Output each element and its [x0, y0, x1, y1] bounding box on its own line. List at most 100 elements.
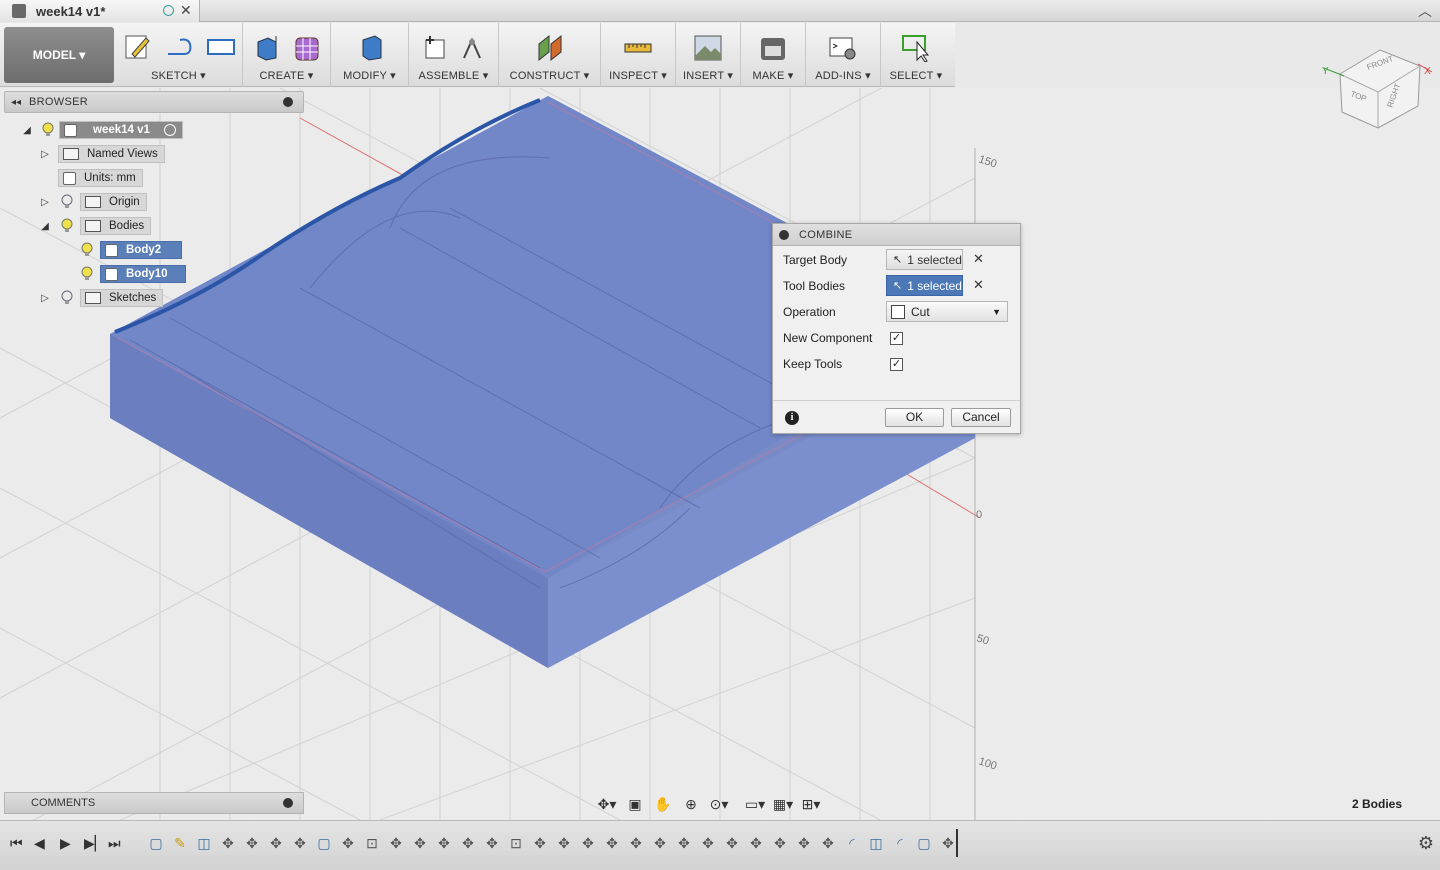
timeline-move-icon[interactable]: ✥	[268, 835, 284, 851]
tree-item-units[interactable]: Units: mm	[58, 168, 143, 188]
timeline-move-icon[interactable]: ✥	[772, 835, 788, 851]
collapse-root-icon[interactable]: ◢	[20, 123, 34, 137]
timeline-move-icon[interactable]: ✥	[532, 835, 548, 851]
timeline-move-icon[interactable]: ✥	[484, 835, 500, 851]
add-comment-icon[interactable]	[283, 798, 293, 808]
timeline-move-icon[interactable]: ✥	[220, 835, 236, 851]
visibility-bulb-icon[interactable]	[80, 266, 94, 282]
combine-dialog-header[interactable]: COMBINE	[773, 224, 1020, 246]
pan-icon[interactable]: ✋	[652, 795, 674, 813]
clear-tool-bodies-icon[interactable]: ✕	[973, 277, 984, 293]
form-icon[interactable]	[289, 31, 325, 63]
timeline-marker[interactable]	[956, 829, 958, 857]
visibility-bulb-icon[interactable]	[60, 290, 74, 306]
create-sketch-icon[interactable]	[119, 31, 155, 63]
orbit-icon[interactable]: ✥▾	[596, 795, 618, 813]
chevron-up-icon[interactable]: ︿	[1418, 1, 1432, 21]
timeline-align-icon[interactable]: ⊡	[508, 835, 524, 851]
timeline-move-icon[interactable]: ✥	[436, 835, 452, 851]
clear-target-body-icon[interactable]: ✕	[973, 251, 984, 267]
operation-dropdown[interactable]: Cut ▼	[886, 301, 1008, 322]
document-tab[interactable]: week14 v1* ✕	[0, 0, 200, 22]
timeline-move-icon[interactable]: ✥	[556, 835, 572, 851]
timeline-body-icon[interactable]: ▢	[148, 835, 164, 851]
extrude-icon[interactable]	[249, 31, 285, 63]
ok-button[interactable]: OK	[885, 408, 944, 427]
new-component-checkbox[interactable]: ✓	[890, 332, 903, 345]
timeline-move-icon[interactable]: ✥	[340, 835, 356, 851]
look-at-icon[interactable]: ▣	[624, 795, 646, 813]
timeline-move-icon[interactable]: ✥	[676, 835, 692, 851]
scripts-icon[interactable]	[825, 31, 861, 63]
visibility-bulb-icon[interactable]	[41, 122, 55, 138]
timeline-combine-icon[interactable]: ◫	[868, 835, 884, 851]
new-component-icon[interactable]	[417, 31, 453, 63]
timeline-move-icon[interactable]: ✥	[412, 835, 428, 851]
construct-group[interactable]: CONSTRUCT ▾	[499, 23, 601, 87]
timeline-move-icon[interactable]: ✥	[940, 835, 956, 851]
timeline-move-icon[interactable]: ✥	[460, 835, 476, 851]
browser-panel-header[interactable]: ◂◂ BROWSER	[4, 91, 304, 113]
insert-group[interactable]: INSERT ▾	[676, 23, 741, 87]
grid-settings-icon[interactable]: ▦▾	[772, 795, 794, 813]
tree-item-origin[interactable]: Origin	[60, 192, 147, 212]
zoom-icon[interactable]: ⊕	[680, 795, 702, 813]
timeline-move-icon[interactable]: ✥	[604, 835, 620, 851]
modify-group[interactable]: MODIFY ▾	[331, 23, 409, 87]
timeline-move-icon[interactable]: ✥	[652, 835, 668, 851]
view-cube[interactable]: Y X TOP FRONT RIGHT	[1320, 44, 1435, 134]
select-icon[interactable]	[898, 31, 934, 63]
expand-sketches-icon[interactable]: ▷	[38, 291, 52, 305]
tree-item-body10[interactable]: Body10	[80, 264, 186, 284]
timeline-move-icon[interactable]: ✥	[388, 835, 404, 851]
assemble-group[interactable]: ASSEMBLE ▾	[409, 23, 499, 87]
line-icon[interactable]	[161, 31, 197, 63]
go-to-start-icon[interactable]: ⏮	[10, 835, 23, 852]
attached-canvas-icon[interactable]	[690, 31, 726, 63]
timeline-move-icon[interactable]: ✥	[724, 835, 740, 851]
offset-plane-icon[interactable]	[532, 31, 568, 63]
sketch-group[interactable]: SKETCH ▾	[115, 23, 243, 87]
activate-radio-icon[interactable]	[163, 124, 176, 136]
add-ins-group[interactable]: ADD-INS ▾	[806, 23, 881, 87]
tree-item-named-views[interactable]: Named Views	[58, 144, 165, 164]
collapse-panel-icon[interactable]: ◂◂	[11, 97, 21, 108]
tree-item-sketches[interactable]: Sketches	[60, 288, 164, 308]
step-back-icon[interactable]: ◀	[34, 835, 45, 852]
viewport-canvas[interactable]: 150 0 50 100	[0, 88, 1440, 820]
timeline-move-icon[interactable]: ✥	[244, 835, 260, 851]
inspect-group[interactable]: INSPECT ▾	[601, 23, 676, 87]
tree-root[interactable]: week14 v1	[41, 120, 183, 140]
timeline-move-icon[interactable]: ✥	[748, 835, 764, 851]
comments-panel-header[interactable]: COMMENTS	[4, 792, 304, 814]
step-forward-icon[interactable]: ▶▏	[84, 835, 106, 852]
create-group[interactable]: CREATE ▾	[243, 23, 331, 87]
cancel-button[interactable]: Cancel	[951, 408, 1011, 427]
expand-origin-icon[interactable]: ▷	[38, 195, 52, 209]
viewports-icon[interactable]: ⊞▾	[800, 795, 822, 813]
keep-tools-checkbox[interactable]: ✓	[890, 358, 903, 371]
press-pull-icon[interactable]	[352, 31, 388, 63]
minimize-browser-icon[interactable]	[283, 97, 293, 107]
timeline-move-icon[interactable]: ✥	[628, 835, 644, 851]
fit-icon[interactable]: ⊙▾	[708, 795, 730, 813]
measure-icon[interactable]	[620, 31, 656, 63]
timeline-fillet-icon[interactable]: ◜	[892, 835, 908, 851]
expand-named-views-icon[interactable]: ▷	[38, 147, 52, 161]
timeline-move-icon[interactable]: ✥	[820, 835, 836, 851]
timeline-fillet-icon[interactable]: ◜	[844, 835, 860, 851]
tool-bodies-selector[interactable]: ↖ 1 selected	[886, 275, 963, 296]
timeline-track[interactable]: ▢ ✎ ◫ ✥ ✥ ✥ ✥ ▢ ✥ ⊡ ✥ ✥ ✥ ✥ ✥ ⊡ ✥ ✥ ✥ ✥ …	[148, 829, 963, 857]
collapse-bodies-icon[interactable]: ◢	[38, 219, 52, 233]
visibility-bulb-icon[interactable]	[60, 194, 74, 210]
visibility-bulb-icon[interactable]	[80, 242, 94, 258]
tree-item-bodies[interactable]: Bodies	[60, 216, 152, 236]
tree-item-body2[interactable]: Body2	[80, 240, 182, 260]
collapse-dialog-icon[interactable]	[779, 229, 789, 240]
rectangle-icon[interactable]	[203, 31, 239, 63]
make-group[interactable]: MAKE ▾	[741, 23, 806, 87]
play-icon[interactable]: ▶	[60, 835, 71, 852]
gear-icon[interactable]: ⚙	[1418, 833, 1434, 854]
3d-print-icon[interactable]	[755, 31, 791, 63]
timeline-body-icon[interactable]: ▢	[316, 835, 332, 851]
